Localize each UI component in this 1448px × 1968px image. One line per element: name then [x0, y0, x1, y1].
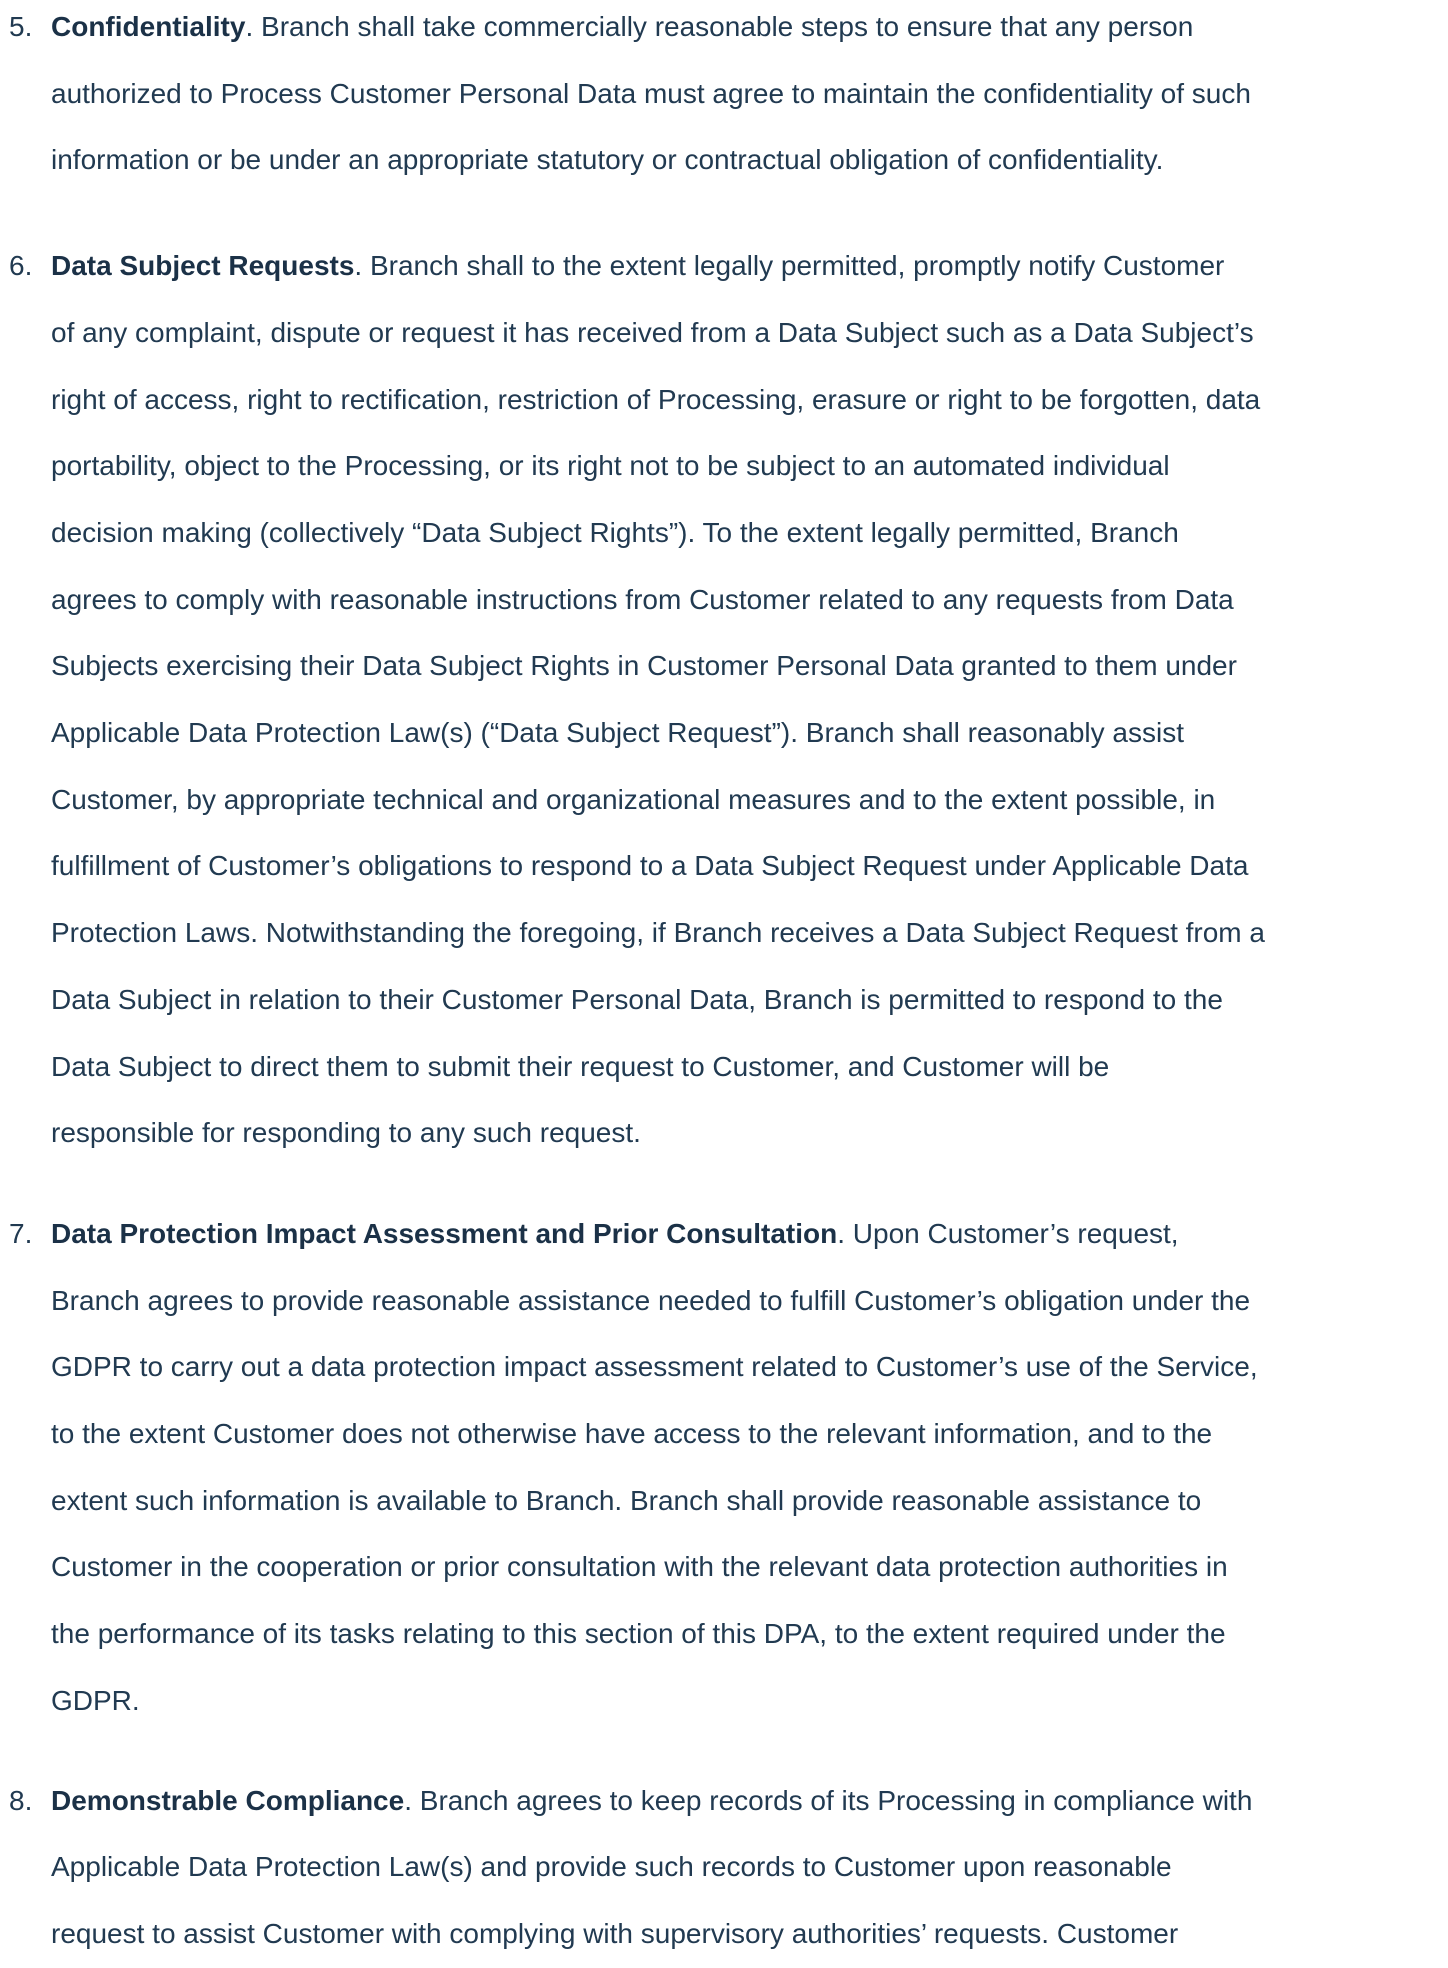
clause-line: Branch agrees to provide reasonable assi… — [51, 1284, 1251, 1316]
clause-line: Applicable Data Protection Law(s) (“Data… — [51, 717, 1184, 749]
clause-line: Data Protection Impact Assessment and Pr… — [51, 1201, 1431, 1268]
clause-line: Protection Laws. Notwithstanding the for… — [51, 917, 1265, 949]
clause-text: . Branch shall take commercially reasona… — [245, 11, 1194, 42]
clause-line: request to assist Customer with complyin… — [51, 1917, 1179, 1949]
clause-line: the performance of its tasks relating to… — [51, 1618, 1226, 1650]
clause-line: responsible for responding to any such r… — [51, 1117, 641, 1149]
clause-line: Data Subject in relation to their Custom… — [51, 983, 1223, 1015]
clause-line: Data Subject to direct them to submit th… — [51, 1050, 1110, 1082]
clause-line: information or be under an appropriate s… — [51, 144, 1164, 176]
clause-8: 8. Demonstrable Compliance. Branch agree… — [0, 1768, 1431, 1968]
clause-number: 6. — [9, 250, 33, 282]
clause-line: authorized to Process Customer Personal … — [51, 77, 1251, 109]
clause-title: Confidentiality — [51, 11, 246, 42]
clause-line: Customer, by appropriate technical and o… — [51, 783, 1216, 815]
clause-line: extent such information is available to … — [51, 1484, 1202, 1516]
clause-line: Subjects exercising their Data Subject R… — [51, 650, 1237, 682]
clause-number: 7. — [9, 1217, 33, 1249]
clause-line: portability, object to the Processing, o… — [51, 450, 1170, 482]
clause-number: 5. — [9, 11, 33, 42]
clause-line: Demonstrable Compliance. Branch agrees t… — [51, 1768, 1431, 1835]
clause-line: fulfillment of Customer’s obligations to… — [51, 850, 1249, 882]
clause-line: GDPR. — [51, 1684, 140, 1716]
clause-title: Data Subject Requests — [51, 250, 355, 282]
document-body: 5. Confidentiality. Branch shall take co… — [0, 0, 1448, 1968]
clause-text: . Branch shall to the extent legally per… — [354, 250, 1225, 282]
clause-5: 5. Confidentiality. Branch shall take co… — [0, 0, 1431, 194]
clause-6: 6. Data Subject Requests. Branch shall t… — [0, 233, 1431, 1167]
clause-line: to the extent Customer does not otherwis… — [51, 1418, 1213, 1450]
clause-7: 7. Data Protection Impact Assessment and… — [0, 1201, 1431, 1735]
clause-line: Customer in the cooperation or prior con… — [51, 1551, 1228, 1583]
clause-line: Confidentiality. Branch shall take comme… — [51, 0, 1431, 61]
clause-line: Data Subject Requests. Branch shall to t… — [51, 233, 1431, 300]
clause-line: agrees to comply with reasonable instruc… — [51, 583, 1234, 615]
clause-line: decision making (collectively “Data Subj… — [51, 516, 1179, 548]
clause-title: Demonstrable Compliance — [51, 1784, 405, 1816]
clause-line: of any complaint, dispute or request it … — [51, 316, 1254, 348]
clause-line: GDPR to carry out a data protection impa… — [51, 1351, 1258, 1383]
clause-text: . Upon Customer’s request, — [837, 1217, 1179, 1249]
clause-number: 8. — [9, 1784, 33, 1816]
clause-line: Applicable Data Protection Law(s) and pr… — [51, 1851, 1172, 1883]
clause-line: right of access, right to rectification,… — [51, 383, 1261, 415]
clause-text: . Branch agrees to keep records of its P… — [404, 1784, 1253, 1816]
clause-title: Data Protection Impact Assessment and Pr… — [51, 1217, 838, 1249]
